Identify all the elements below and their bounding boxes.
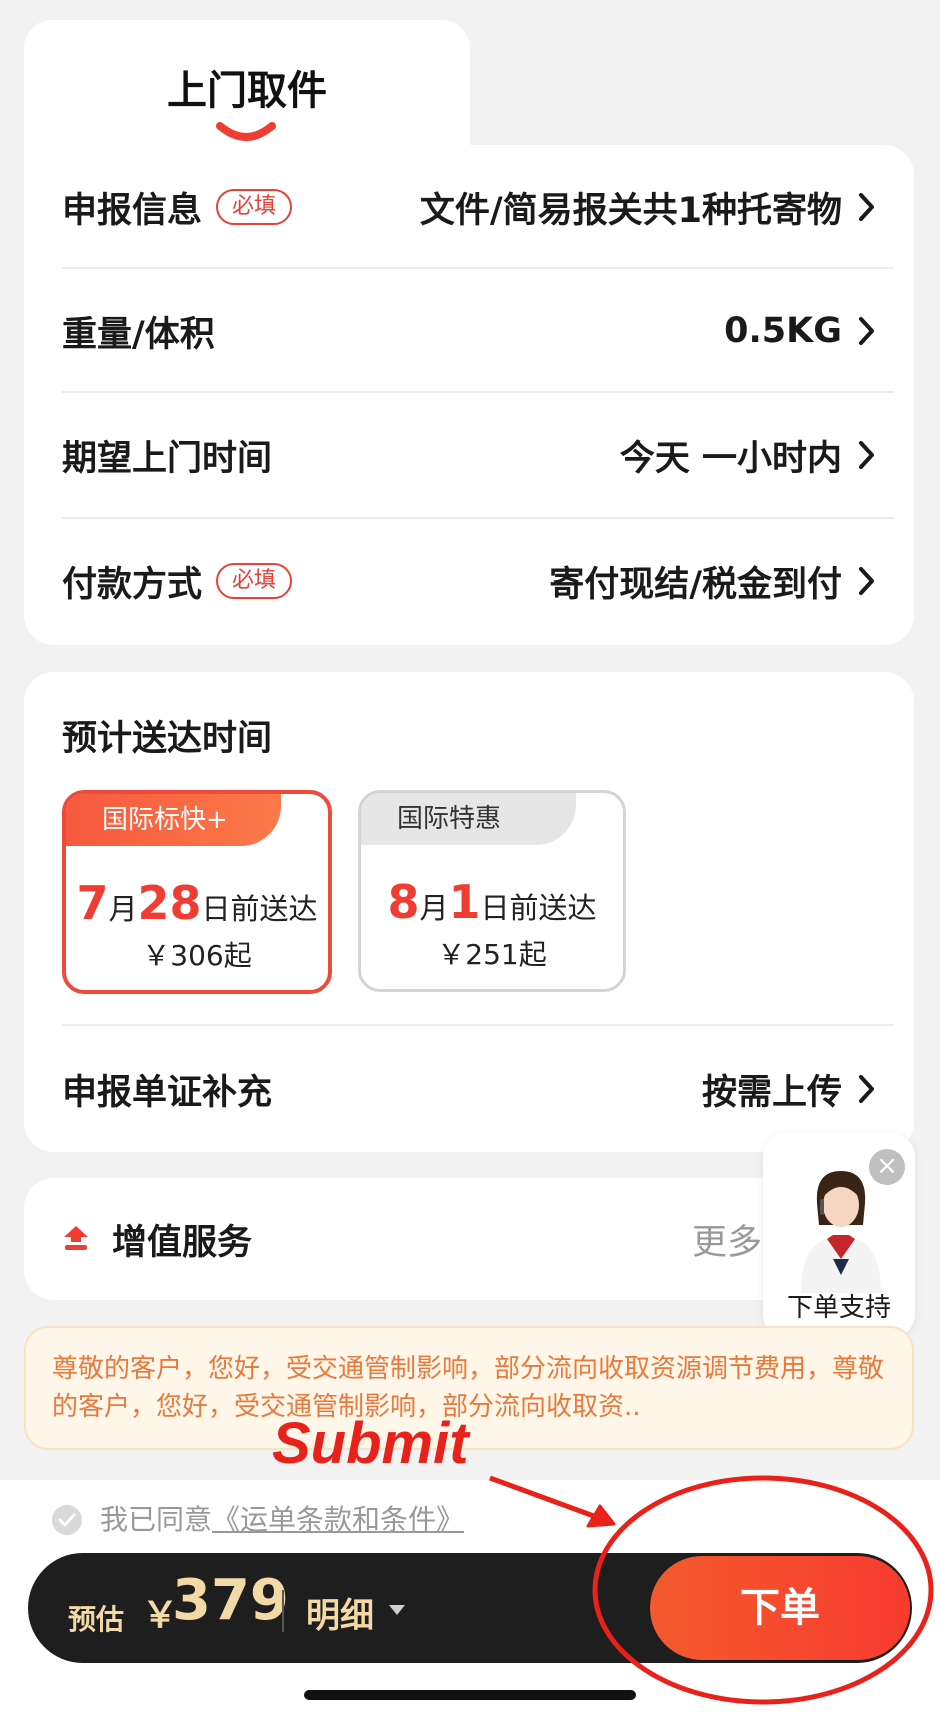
annotation-overlay (489, 1475, 934, 1705)
home-indicator (304, 1690, 636, 1700)
